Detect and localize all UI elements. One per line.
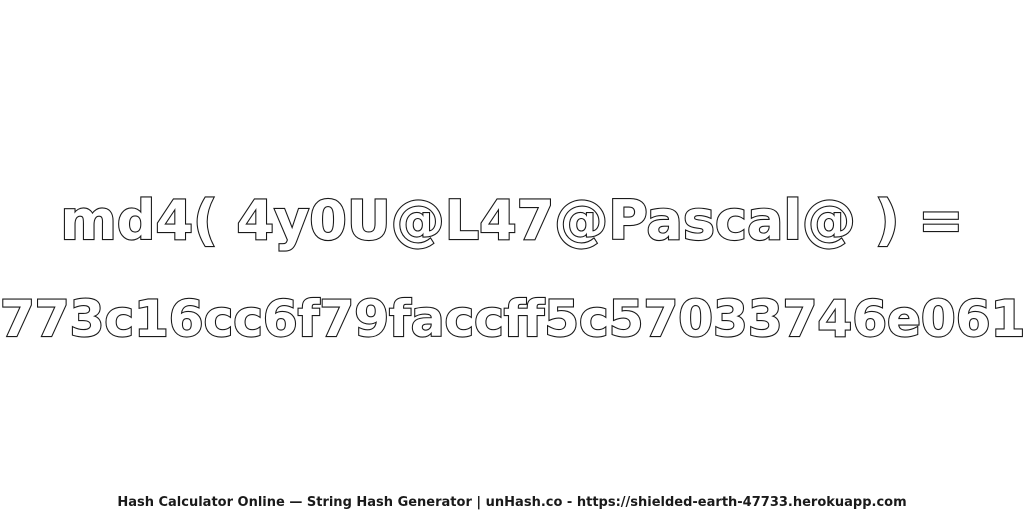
hash-digest: 773c16cc6f79faccff5c57033746e061 <box>0 289 1024 349</box>
hash-expression: md4( 4y0U@L47@Pascal@ ) = <box>59 188 964 253</box>
footer-credit: Hash Calculator Online — String Hash Gen… <box>117 495 907 510</box>
hash-image: md4( 4y0U@L47@Pascal@ ) = 773c16cc6f79fa… <box>0 0 1024 512</box>
